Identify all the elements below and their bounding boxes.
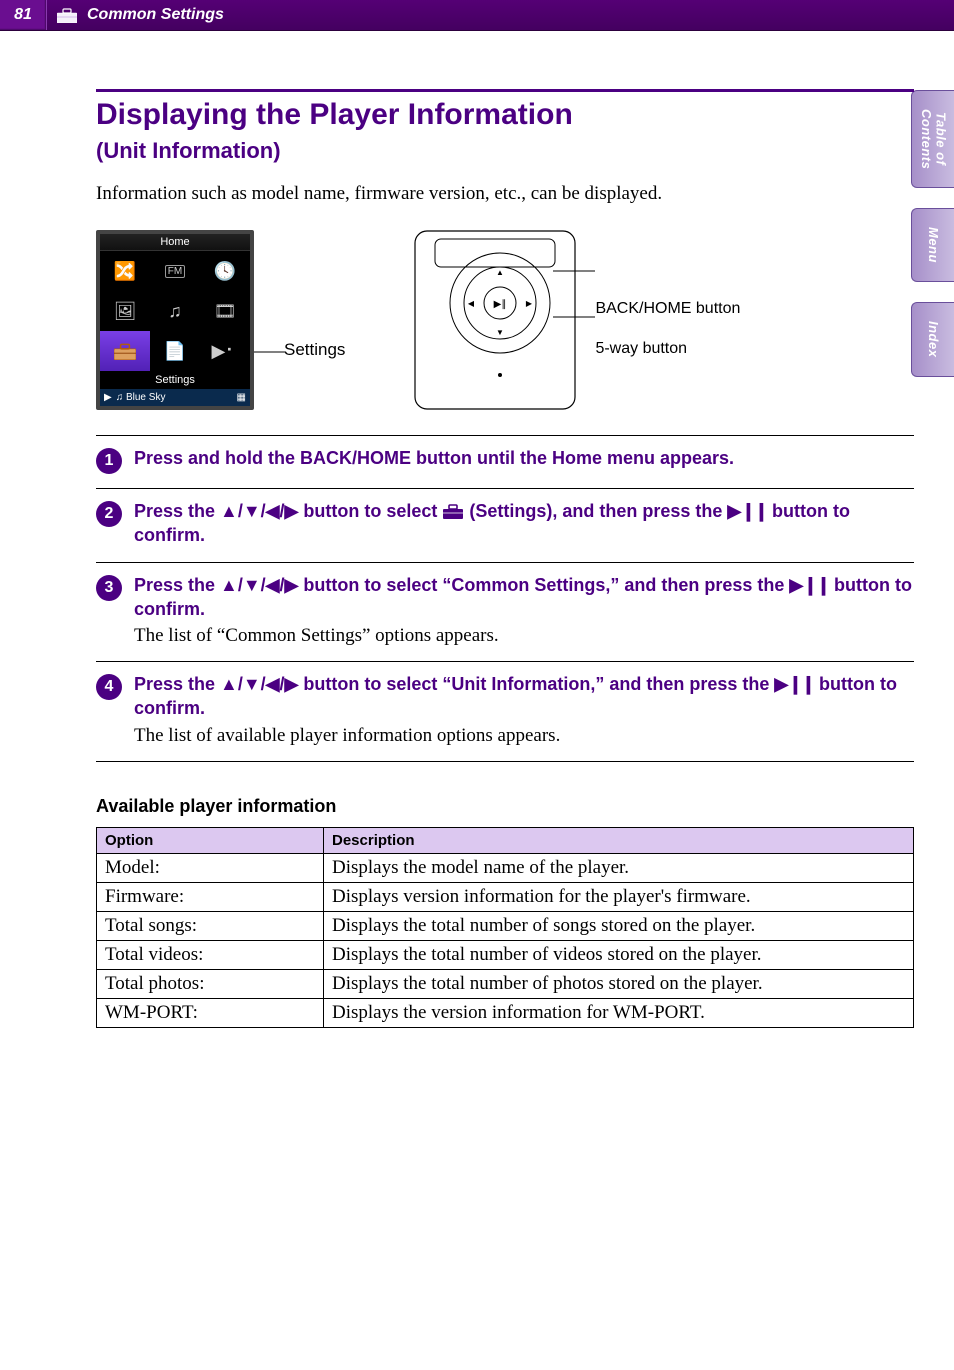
description-cell: Displays the version information for WM-… [324, 998, 914, 1027]
now-playing-bar: ▶ ♫ Blue Sky ▦ [100, 389, 250, 406]
step: 3 Press the ▲/▼/◀/▶ button to select “Com… [96, 562, 914, 662]
step-instruction: Press the ▲/▼/◀/▶ button to select “Comm… [134, 573, 914, 622]
device-outline-illustration: ▶∥ ▲ ▼ ◀ ▶ [405, 225, 595, 415]
playlist-icon: 📄 [150, 331, 200, 371]
description-cell: Displays the model name of the player. [324, 853, 914, 882]
step-body: Press the ▲/▼/◀/▶ button to select (Sett… [134, 499, 914, 548]
step: 1 Press and hold the BACK/HOME button unt… [96, 435, 914, 488]
svg-text:▶: ▶ [526, 299, 533, 308]
back-home-label: BACK/HOME button [595, 298, 740, 320]
svg-text:◀: ◀ [468, 299, 475, 308]
step-body: Press and hold the BACK/HOME button unti… [134, 446, 914, 474]
screen-bottom-label: Settings [100, 371, 250, 389]
page-header-bar: 81 Common Settings [0, 0, 954, 31]
info-table-body: Model:Displays the model name of the pla… [97, 853, 914, 1027]
play-pause-icon: ▶ ❙❙ [727, 501, 767, 521]
table-header-description: Description [324, 827, 914, 853]
table-row: WM-PORT:Displays the version information… [97, 998, 914, 1027]
table-heading: Available player information [96, 796, 914, 817]
option-cell: Firmware: [97, 882, 324, 911]
option-cell: Total videos: [97, 940, 324, 969]
figure-row: Home 🔀 FM 🕓 🖼 ♫ 🎞 📄 [96, 225, 914, 415]
play-pause-icon: ▶ ❙❙ [774, 674, 814, 694]
step-body: Press the ▲/▼/◀/▶ button to select “Comm… [134, 573, 914, 648]
direction-buttons-icon: ▲/▼/◀/▶ [220, 674, 298, 694]
step-number: 2 [96, 501, 122, 527]
fiveway-label: 5-way button [595, 338, 740, 360]
table-row: Total songs:Displays the total number of… [97, 911, 914, 940]
photo-icon: 🖼 [100, 291, 150, 331]
option-cell: WM-PORT: [97, 998, 324, 1027]
step-number: 4 [96, 674, 122, 700]
clock-icon: 🕓 [200, 251, 250, 291]
step-result: The list of “Common Settings” options ap… [134, 625, 914, 647]
table-row: Total videos:Displays the total number o… [97, 940, 914, 969]
step-body: Press the ▲/▼/◀/▶ button to select “Unit… [134, 672, 914, 747]
step-instruction: Press the ▲/▼/◀/▶ button to select (Sett… [134, 499, 914, 548]
step-number: 1 [96, 448, 122, 474]
toolbox-icon [442, 503, 464, 519]
description-cell: Displays the total number of videos stor… [324, 940, 914, 969]
direction-buttons-icon: ▲/▼/◀/▶ [220, 575, 298, 595]
callout-line [254, 225, 324, 415]
now-playing-track: ♫ Blue Sky [116, 392, 166, 403]
page-content: Displaying the Player Information (Unit … [0, 31, 954, 1068]
step-instruction: Press the ▲/▼/◀/▶ button to select “Unit… [134, 672, 914, 721]
intro-text: Information such as model name, firmware… [96, 183, 914, 205]
info-table: Option Description Model:Displays the mo… [96, 827, 914, 1028]
svg-text:▼: ▼ [496, 328, 504, 337]
option-cell: Total photos: [97, 969, 324, 998]
screen-top-label: Home [100, 234, 250, 251]
shuffle-icon: 🔀 [100, 251, 150, 291]
svg-text:▲: ▲ [496, 268, 504, 277]
table-row: Firmware:Displays version information fo… [97, 882, 914, 911]
device-screen-illustration: Home 🔀 FM 🕓 🖼 ♫ 🎞 📄 [96, 230, 254, 410]
music-icon: ♫ [150, 291, 200, 331]
step: 2 Press the ▲/▼/◀/▶ button to select (Set… [96, 488, 914, 562]
step-number: 3 [96, 575, 122, 601]
description-cell: Displays version information for the pla… [324, 882, 914, 911]
svg-text:▶∥: ▶∥ [494, 299, 507, 310]
page-number: 81 [0, 0, 47, 30]
step: 4 Press the ▲/▼/◀/▶ button to select “Uni… [96, 661, 914, 762]
table-header-option: Option [97, 827, 324, 853]
play-indicator-icon: ▶ [104, 392, 112, 403]
option-cell: Model: [97, 853, 324, 882]
steps-list: 1 Press and hold the BACK/HOME button unt… [96, 435, 914, 762]
nowplaying-icon: ▶⠂ [200, 331, 250, 371]
step-result: The list of available player information… [134, 725, 914, 747]
title-rule [96, 89, 914, 92]
settings-toolbox-icon [100, 331, 150, 371]
direction-buttons-icon: ▲/▼/◀/▶ [220, 501, 298, 521]
table-row: Model:Displays the model name of the pla… [97, 853, 914, 882]
toolbox-icon [47, 7, 87, 23]
device-callout-labels: BACK/HOME button 5-way button [595, 280, 740, 361]
video-icon: 🎞 [200, 291, 250, 331]
step-instruction: Press and hold the BACK/HOME button unti… [134, 446, 914, 470]
page-subtitle: (Unit Information) [96, 138, 914, 164]
fm-icon: FM [150, 251, 200, 291]
description-cell: Displays the total number of songs store… [324, 911, 914, 940]
settings-callout-label: Settings [284, 340, 345, 360]
table-header-row: Option Description [97, 827, 914, 853]
section-name: Common Settings [87, 6, 224, 24]
table-row: Total photos:Displays the total number o… [97, 969, 914, 998]
play-pause-icon: ▶ ❙❙ [789, 575, 829, 595]
description-cell: Displays the total number of photos stor… [324, 969, 914, 998]
page-title: Displaying the Player Information [96, 98, 914, 132]
option-cell: Total songs: [97, 911, 324, 940]
battery-icon: ▦ [237, 392, 246, 403]
